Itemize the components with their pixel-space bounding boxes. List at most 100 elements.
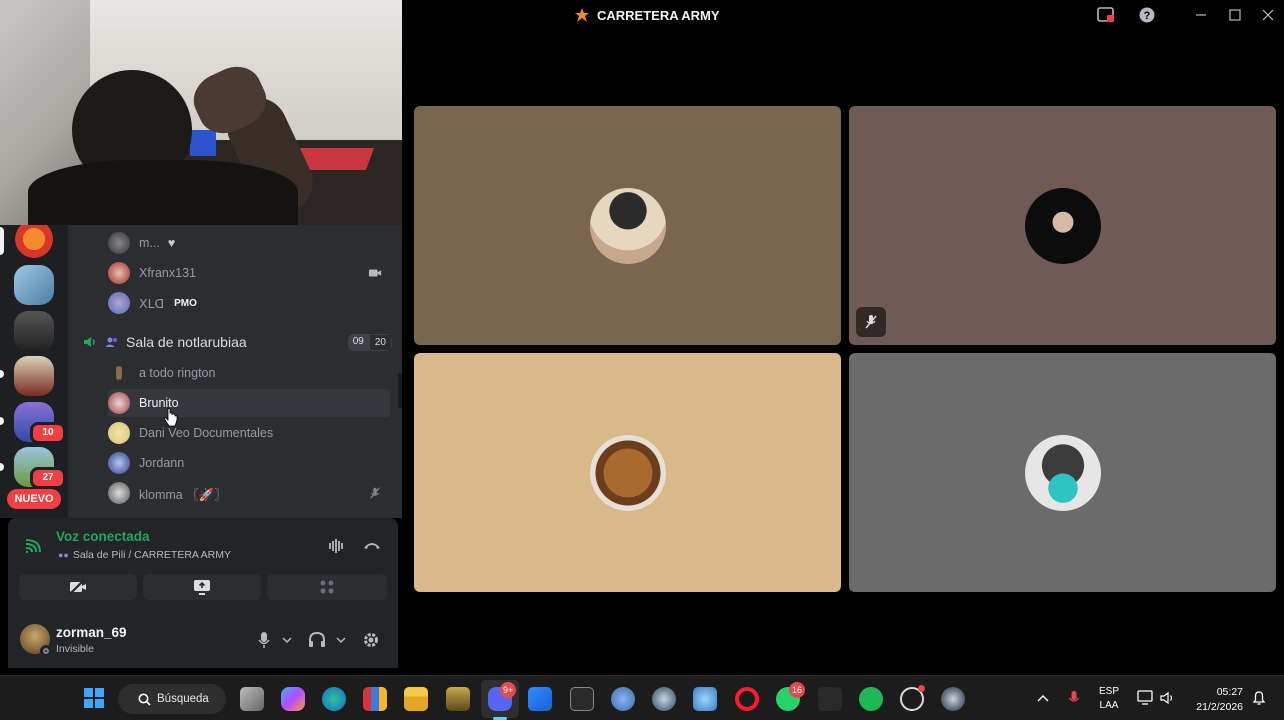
chevron-down-icon[interactable] [282, 636, 292, 644]
server-rail: 10 27 NUEVO [0, 225, 68, 518]
participant-tile[interactable] [414, 353, 841, 592]
clock[interactable]: 05:27 21/2/2026 [1187, 685, 1243, 715]
unread-pill [0, 370, 4, 378]
file-explorer-icon[interactable] [404, 687, 428, 711]
avatar [108, 452, 130, 474]
task-view-icon[interactable] [240, 687, 264, 711]
notifications-icon[interactable] [1252, 690, 1266, 706]
opera-gx-icon[interactable] [735, 687, 759, 711]
voice-channel[interactable]: Sala de notlarubiaa 09 20 [82, 329, 392, 355]
taskbar: Búsqueda 9+ 16 ESP LAA 05:27 21/2/2026 [0, 675, 1284, 720]
signal-icon [25, 539, 41, 553]
voice-location[interactable]: ●● Sala de Pili / CARRETERA ARMY [58, 549, 231, 561]
search-box[interactable]: Búsqueda [118, 684, 226, 714]
winrar-icon[interactable] [363, 687, 387, 711]
voice-user[interactable]: Xfranx131 [108, 259, 390, 287]
activities-button[interactable] [267, 574, 387, 600]
heart-icon: ♥ [167, 236, 176, 250]
epic-games-icon[interactable] [570, 687, 594, 711]
voice-user[interactable]: m... ♥ [108, 229, 390, 257]
participant-tile[interactable] [414, 106, 841, 345]
voice-user[interactable]: Dani Veo Documentales [108, 419, 390, 447]
chevron-up-icon[interactable] [1037, 693, 1049, 703]
date: 21/2/2026 [1196, 701, 1243, 713]
search-icon [138, 693, 151, 706]
store-icon[interactable] [528, 687, 552, 711]
server-icon-4[interactable] [14, 356, 54, 396]
voice-user-name: a todo rington [139, 366, 216, 380]
window-title: CARRETERA ARMY [597, 8, 720, 23]
network-icon[interactable] [1137, 690, 1155, 706]
app-icon[interactable] [446, 687, 470, 711]
scrollbar[interactable] [398, 373, 402, 408]
language-indicator[interactable]: ESP LAA [1099, 685, 1119, 713]
notification-dot [918, 685, 925, 692]
keyboard-layout: LAA [1099, 700, 1119, 711]
spotify-icon[interactable] [859, 687, 883, 711]
user-count-limit: 20 [368, 333, 392, 351]
app-icon[interactable] [818, 687, 842, 711]
server-icon-1[interactable] [14, 225, 54, 263]
video-icon [368, 269, 382, 277]
user-tag: PMO [174, 297, 197, 309]
avatar [108, 292, 130, 314]
gear-icon[interactable] [362, 631, 380, 649]
participant-avatar [1024, 187, 1101, 264]
cursor-icon [164, 408, 178, 427]
mic-muted-icon [865, 315, 877, 329]
new-badge[interactable]: NUEVO [7, 489, 61, 509]
avatar [108, 482, 130, 504]
server-badge-count: 27 [30, 467, 66, 489]
muted-badge [856, 307, 886, 337]
headphones-icon[interactable] [308, 631, 326, 649]
svg-text:?: ? [1144, 10, 1151, 22]
app-icon[interactable] [693, 687, 717, 711]
noise-suppression-icon[interactable] [328, 538, 346, 554]
people-icon [105, 337, 117, 347]
user-count-current: 09 [347, 333, 369, 351]
unread-pill [0, 463, 4, 471]
help-icon[interactable]: ? [1139, 7, 1155, 23]
close-icon[interactable] [1262, 9, 1274, 21]
voice-user-name: Dani Veo Documentales [139, 426, 274, 440]
minimize-icon[interactable] [1195, 10, 1207, 20]
settings-app-icon[interactable] [611, 687, 635, 711]
screen-share-icon [194, 580, 210, 595]
people-icon: ●● [58, 550, 69, 560]
server-icon-2[interactable] [14, 265, 54, 305]
participant-avatar [589, 187, 666, 264]
search-label: Búsqueda [157, 693, 209, 705]
participant-tile[interactable] [849, 353, 1276, 592]
voice-user[interactable]: Brunito [108, 389, 390, 417]
microphone-icon[interactable] [1068, 690, 1080, 706]
microphone-icon[interactable] [257, 631, 271, 649]
user-count: 09 20 [347, 333, 392, 351]
voice-user[interactable]: a todo rington [108, 359, 390, 387]
participant-tile[interactable] [849, 106, 1276, 345]
edge-icon[interactable] [322, 687, 346, 711]
copilot-icon[interactable] [281, 687, 305, 711]
user-status: Invisible [56, 643, 94, 655]
webcam-overlay [0, 0, 402, 225]
windows-start-icon[interactable] [83, 687, 105, 709]
disconnect-icon[interactable] [362, 538, 382, 552]
server-logo-icon [575, 8, 589, 22]
inbox-icon[interactable] [1097, 7, 1115, 23]
maximize-icon[interactable] [1229, 9, 1241, 21]
volume-icon[interactable] [1160, 690, 1176, 706]
chevron-down-icon[interactable] [336, 636, 346, 644]
unread-pill [0, 417, 4, 425]
voice-connection-panel: Voz conectada ●● Sala de Pili / CARRETER… [8, 518, 398, 604]
camera-button[interactable] [19, 574, 137, 600]
voice-user[interactable]: ꓫꓡꓷ PMO [108, 289, 390, 317]
voice-user[interactable]: Jordann [108, 449, 390, 477]
server-icon-3[interactable] [14, 311, 54, 351]
voice-user[interactable]: klomma 〖🚀〗 [108, 479, 390, 507]
screen-share-button[interactable] [143, 574, 261, 600]
username[interactable]: zorman_69 [56, 625, 127, 640]
activities-icon [320, 580, 334, 594]
steam-icon[interactable] [941, 687, 965, 711]
steam-icon[interactable] [652, 687, 676, 711]
language: ESP [1099, 686, 1120, 697]
voice-status[interactable]: Voz conectada [56, 529, 150, 544]
